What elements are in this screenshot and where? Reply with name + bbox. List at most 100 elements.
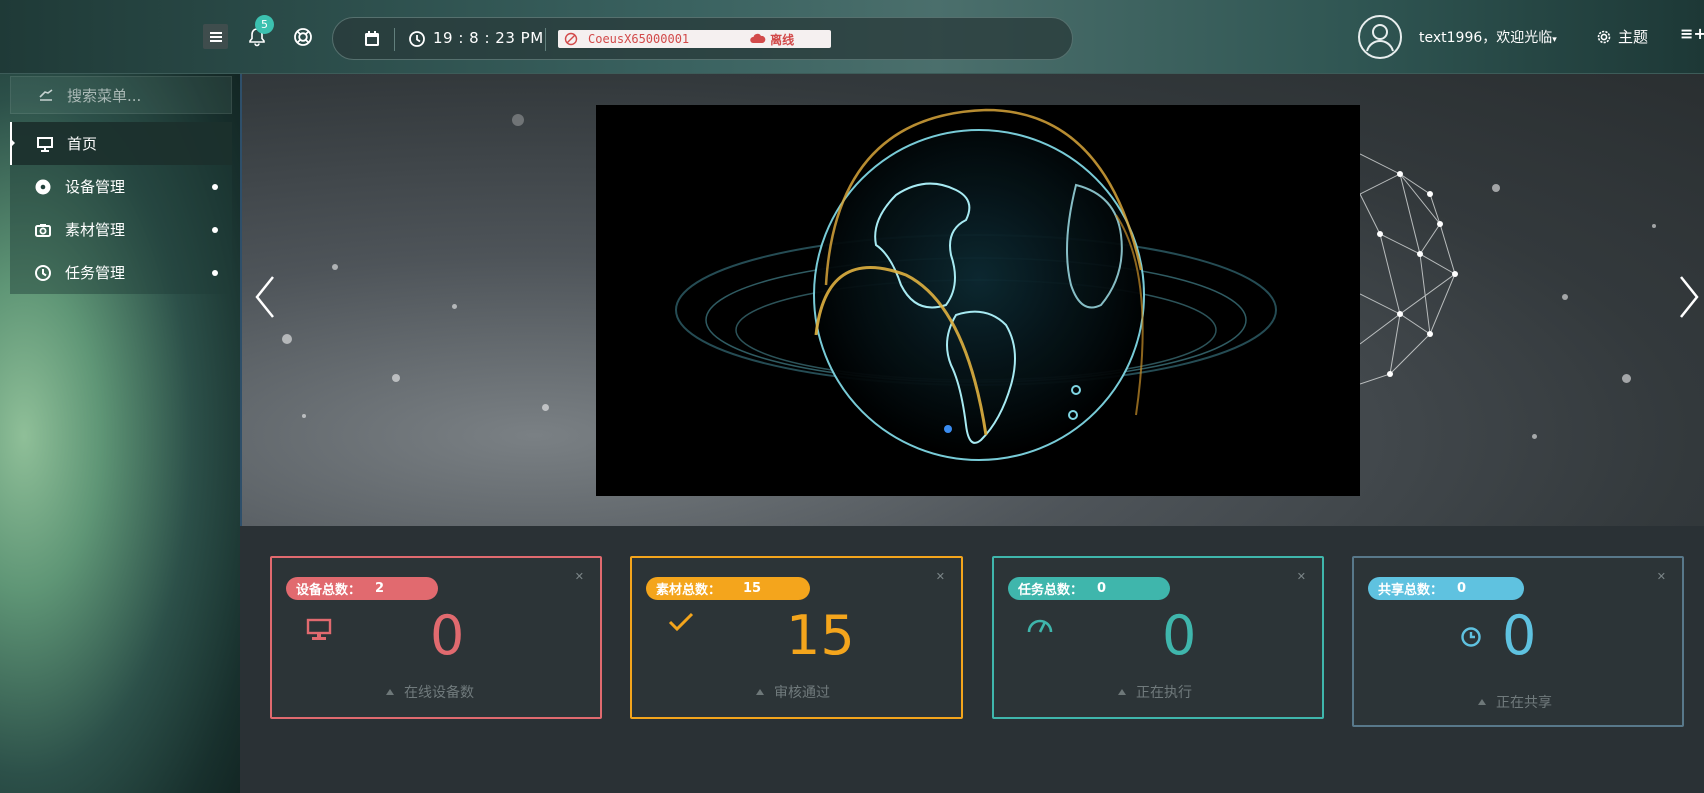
pill-value: 0 bbox=[1097, 581, 1107, 596]
stat-pill: 素材总数： 15 bbox=[646, 577, 810, 600]
chevron-right-icon bbox=[1680, 276, 1699, 318]
menu-search[interactable]: 搜索菜单... bbox=[10, 76, 232, 114]
stat-value: 0 bbox=[1502, 604, 1537, 667]
carousel-prev-button[interactable] bbox=[250, 274, 280, 320]
search-placeholder: 搜索菜单... bbox=[67, 86, 142, 105]
particle bbox=[392, 374, 400, 382]
device-status-text: 离线 bbox=[770, 32, 795, 47]
clock-icon bbox=[409, 31, 425, 47]
separator bbox=[394, 28, 395, 51]
chevron-left-icon bbox=[255, 276, 274, 318]
pill-label: 素材总数： bbox=[656, 583, 722, 598]
sidebar-item-materials[interactable]: 素材管理 bbox=[10, 208, 232, 251]
status-bar: 19 : 8 : 23 PM CoeusX65000001 离线 bbox=[332, 17, 1073, 60]
stat-card-shares: ✕ 共享总数： 0 0 正在共享 bbox=[1352, 556, 1684, 727]
particle bbox=[1652, 224, 1656, 228]
stat-value: 0 bbox=[1162, 604, 1197, 667]
stop-icon bbox=[564, 32, 578, 46]
monitor-icon bbox=[37, 136, 53, 152]
stat-pill: 任务总数： 0 bbox=[1008, 577, 1170, 600]
active-indicator bbox=[10, 138, 15, 148]
device-status[interactable]: CoeusX65000001 离线 bbox=[558, 30, 831, 48]
sidebar-item-label: 设备管理 bbox=[65, 178, 126, 196]
user-menu[interactable]: text1996，欢迎光临▾ bbox=[1419, 27, 1557, 47]
pill-value: 0 bbox=[1457, 581, 1467, 596]
calendar-icon[interactable] bbox=[363, 30, 381, 48]
expand-dot bbox=[212, 227, 218, 233]
theme-button[interactable]: 主题 bbox=[1596, 26, 1648, 47]
menu-toggle-button[interactable] bbox=[203, 24, 228, 49]
pill-label: 共享总数： bbox=[1378, 583, 1444, 598]
stat-card-devices: ✕ 设备总数： 2 0 在线设备数 bbox=[270, 556, 602, 719]
notification-badge: 5 bbox=[255, 15, 274, 34]
stat-pill: 共享总数： 0 bbox=[1368, 577, 1524, 600]
user-icon bbox=[1366, 24, 1394, 52]
close-icon[interactable]: ✕ bbox=[1657, 570, 1666, 583]
close-icon[interactable]: ✕ bbox=[575, 570, 584, 583]
sidebar-item-label: 首页 bbox=[67, 135, 98, 153]
particle bbox=[1492, 184, 1500, 192]
monitor-icon bbox=[306, 618, 332, 640]
particle bbox=[1532, 434, 1537, 439]
stat-desc-text: 在线设备数 bbox=[404, 685, 474, 701]
sidebar-item-home[interactable]: 首页 bbox=[10, 122, 232, 165]
particle bbox=[512, 114, 524, 126]
close-icon[interactable]: ✕ bbox=[1297, 570, 1306, 583]
sidebar-item-tasks[interactable]: 任务管理 bbox=[10, 251, 232, 294]
lifebuoy-icon bbox=[294, 28, 312, 46]
stat-desc: 审核通过 bbox=[756, 682, 830, 702]
sidebar-item-devices[interactable]: 设备管理 bbox=[10, 165, 232, 208]
stat-value: 15 bbox=[786, 604, 855, 667]
network-mesh-graphic bbox=[1360, 153, 1458, 385]
gear-icon bbox=[1597, 30, 1611, 43]
particle bbox=[1562, 294, 1568, 300]
sidebar-item-label: 任务管理 bbox=[65, 264, 126, 282]
stat-desc-text: 正在执行 bbox=[1136, 685, 1192, 701]
clock-icon bbox=[35, 264, 51, 281]
expand-menu-button[interactable]: ≡+ bbox=[1680, 24, 1704, 43]
help-button[interactable] bbox=[290, 24, 316, 50]
stat-pill: 设备总数： 2 bbox=[286, 577, 438, 600]
particle bbox=[1622, 374, 1631, 383]
particle bbox=[452, 304, 457, 309]
stat-desc-text: 审核通过 bbox=[774, 685, 830, 701]
pill-value: 2 bbox=[375, 581, 385, 596]
banner-carousel bbox=[240, 74, 1704, 526]
caret-up-icon bbox=[1478, 699, 1486, 705]
stat-value: 0 bbox=[430, 604, 465, 667]
theme-label: 主题 bbox=[1618, 28, 1649, 46]
expand-dot bbox=[212, 270, 218, 276]
user-greeting: text1996，欢迎光临 bbox=[1419, 30, 1553, 46]
particle bbox=[282, 334, 292, 344]
caret-up-icon bbox=[386, 689, 394, 695]
caret-down-icon: ▾ bbox=[1552, 35, 1557, 45]
avatar[interactable] bbox=[1358, 15, 1402, 59]
globe-illustration bbox=[596, 105, 1360, 496]
camera-icon bbox=[35, 223, 51, 237]
gauge-icon bbox=[1027, 619, 1053, 633]
expand-dot bbox=[212, 184, 218, 190]
disc-icon bbox=[35, 179, 51, 194]
caret-up-icon bbox=[1118, 689, 1126, 695]
list-plus-icon: ≡+ bbox=[1680, 24, 1704, 43]
cloud-icon bbox=[750, 33, 766, 43]
particle bbox=[332, 264, 338, 270]
stat-desc: 正在执行 bbox=[1118, 682, 1192, 702]
particle bbox=[542, 404, 549, 411]
left-background bbox=[0, 0, 240, 793]
particle bbox=[302, 414, 306, 418]
pill-label: 任务总数： bbox=[1018, 583, 1084, 598]
carousel-next-button[interactable] bbox=[1674, 274, 1704, 320]
nav-list: 首页 设备管理 素材管理 任务管理 bbox=[10, 122, 232, 294]
device-id: CoeusX65000001 bbox=[588, 32, 690, 46]
clock-icon bbox=[1461, 627, 1481, 647]
current-time: 19 : 8 : 23 PM bbox=[433, 29, 544, 47]
top-bar: 5 19 : 8 : 23 PM CoeusX65000001 离线 text1… bbox=[0, 0, 1704, 74]
separator bbox=[545, 28, 546, 51]
stat-card-tasks: ✕ 任务总数： 0 0 正在执行 bbox=[992, 556, 1324, 719]
close-icon[interactable]: ✕ bbox=[936, 570, 945, 583]
stat-desc: 正在共享 bbox=[1478, 692, 1552, 712]
pill-label: 设备总数： bbox=[296, 583, 362, 598]
pill-value: 15 bbox=[743, 581, 762, 596]
banner-image bbox=[596, 105, 1360, 496]
